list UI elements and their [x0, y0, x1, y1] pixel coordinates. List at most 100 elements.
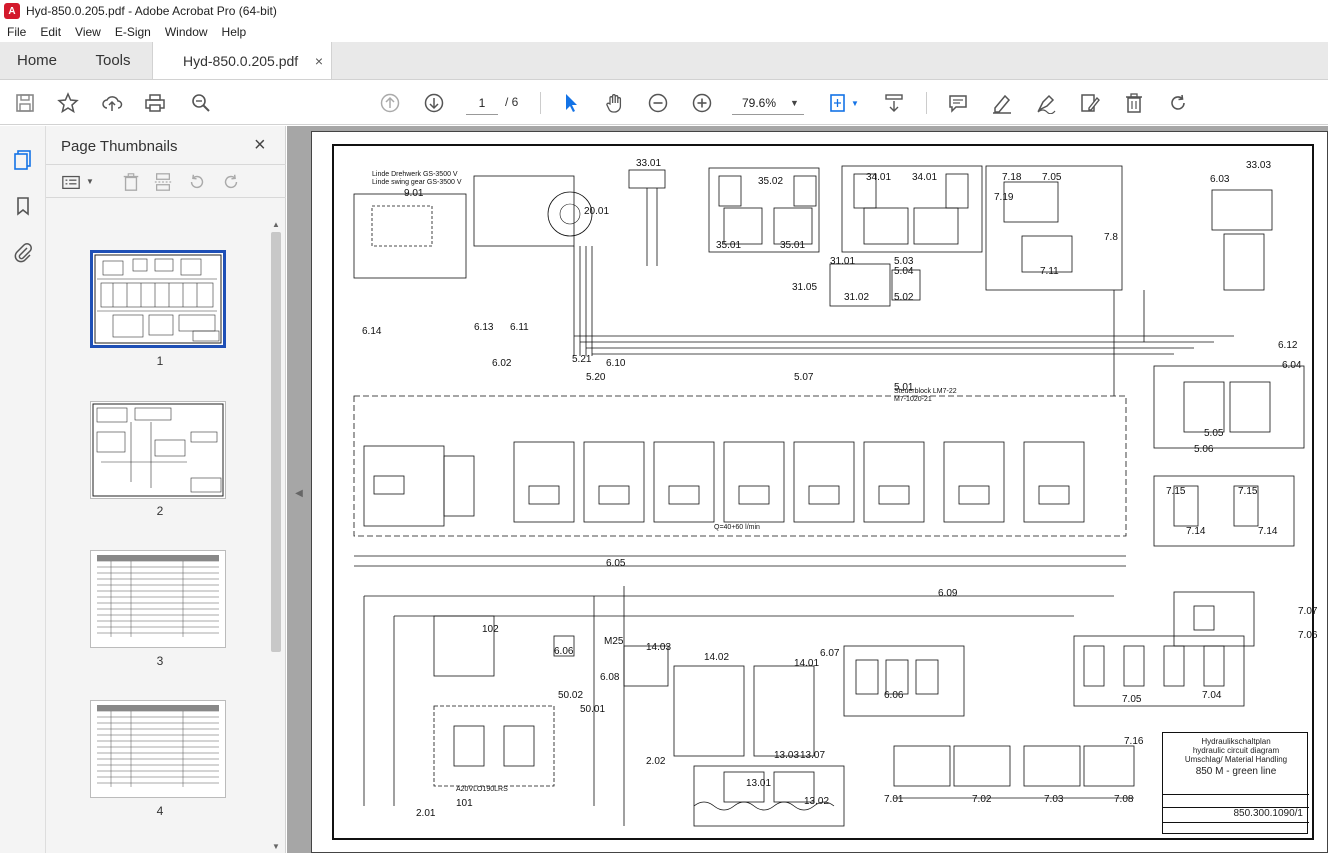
component-label: 7.18	[1002, 172, 1022, 183]
component-label: 13.02	[804, 796, 830, 807]
attachments-paperclip-icon[interactable]	[11, 240, 35, 264]
rotate-counterclockwise-icon[interactable]	[186, 171, 208, 193]
component-label: 50.01	[580, 704, 606, 715]
zoom-dropdown-chevron-icon[interactable]: ▼	[790, 98, 799, 108]
print-icon[interactable]	[143, 91, 167, 115]
scroll-mode-icon[interactable]	[882, 91, 906, 115]
component-label: 6.12	[1278, 340, 1298, 351]
flow-label: Q=40+60 l/min	[714, 524, 760, 531]
thumbnail-4-preview	[97, 705, 219, 787]
menu-file[interactable]: File	[0, 25, 33, 39]
page-number-input[interactable]: 1	[466, 91, 498, 115]
title-hydraulikschaltplan: Hydraulikschaltplan	[1201, 737, 1271, 746]
component-label: 13.01	[746, 778, 772, 789]
tab-document[interactable]: Hyd-850.0.205.pdf ×	[152, 42, 332, 79]
previous-page-icon[interactable]	[378, 91, 402, 115]
thumbnail-3-preview	[97, 555, 219, 637]
component-label: 7.01	[884, 794, 904, 805]
component-label: 7.04	[1202, 690, 1222, 701]
select-cursor-icon[interactable]	[559, 91, 583, 115]
menu-edit[interactable]: Edit	[33, 25, 68, 39]
component-label: 6.07	[820, 648, 840, 659]
component-label: 6.10	[606, 358, 626, 369]
component-label: 7.15	[1166, 486, 1186, 497]
component-label: 5.02	[894, 292, 914, 303]
next-page-icon[interactable]	[422, 91, 446, 115]
menu-esign[interactable]: E-Sign	[108, 25, 158, 39]
toolbar-divider	[926, 92, 927, 114]
drehwerk-label: Linde Drehwerk GS-3500 V	[372, 171, 458, 178]
window-title: Hyd-850.0.205.pdf - Adobe Acrobat Pro (6…	[26, 4, 277, 18]
thumbnail-3-label: 3	[156, 654, 164, 668]
page-thumbnail-4[interactable]	[90, 700, 226, 798]
bookmarks-icon[interactable]	[11, 194, 35, 218]
menu-help[interactable]: Help	[215, 25, 254, 39]
comment-icon[interactable]	[946, 91, 970, 115]
component-label: 102	[482, 624, 499, 635]
component-label: 31.05	[792, 282, 818, 293]
scroll-down-arrow-icon[interactable]: ▼	[272, 842, 280, 851]
fit-page-icon[interactable]	[826, 91, 850, 115]
zoom-search-icon[interactable]	[189, 91, 213, 115]
thumbnail-2-preview	[92, 403, 224, 497]
rotate-icon[interactable]	[1166, 91, 1190, 115]
tab-close-icon[interactable]: ×	[315, 53, 323, 69]
hand-tool-icon[interactable]	[603, 91, 627, 115]
page-thumbnail-2[interactable]	[90, 401, 226, 499]
bookmark-star-icon[interactable]	[56, 91, 80, 115]
page-thumbnail-1[interactable]	[90, 250, 226, 348]
collapse-panel-arrow-icon[interactable]: ◀	[292, 480, 306, 506]
tab-tools[interactable]: Tools	[74, 42, 152, 79]
tab-document-label: Hyd-850.0.205.pdf	[183, 52, 299, 69]
component-label: 7.19	[994, 192, 1014, 203]
toolbar-divider	[540, 92, 541, 114]
component-label: 6.04	[1282, 360, 1302, 371]
component-label: 7.8	[1104, 232, 1118, 243]
scroll-up-arrow-icon[interactable]: ▲	[272, 220, 280, 229]
thumbnail-options-chevron-icon[interactable]: ▼	[86, 177, 94, 186]
thumbnails-scrollbar[interactable]: ▲ ▼	[270, 220, 282, 853]
hydraulic-schematic-frame: Linde Drehwerk GS-3500 V Linde swing gea…	[332, 144, 1317, 840]
page-thumbnails-icon[interactable]	[11, 148, 35, 172]
menu-window[interactable]: Window	[158, 25, 215, 39]
component-label: 5.21	[572, 354, 592, 365]
component-label: M25	[604, 636, 624, 647]
component-label: 34.01	[912, 172, 938, 183]
zoom-in-icon[interactable]	[690, 91, 714, 115]
thumbnail-1-label: 1	[156, 354, 164, 368]
menu-view[interactable]: View	[68, 25, 108, 39]
component-label: 35.01	[716, 240, 742, 251]
component-label: 14.02	[704, 652, 730, 663]
title-bar: A Hyd-850.0.205.pdf - Adobe Acrobat Pro …	[0, 0, 1328, 22]
highlight-pen-icon[interactable]	[990, 91, 1014, 115]
sign-pen-icon[interactable]	[1034, 91, 1058, 115]
pdf-page[interactable]: Linde Drehwerk GS-3500 V Linde swing gea…	[311, 131, 1328, 853]
upload-cloud-icon[interactable]	[100, 91, 124, 115]
component-label: 5.07	[794, 372, 814, 383]
component-label: 5.04	[894, 266, 914, 277]
save-icon[interactable]	[13, 91, 37, 115]
component-label: 6.05	[606, 558, 626, 569]
thumbnail-options-icon[interactable]	[60, 171, 82, 193]
page-thumbnail-3[interactable]	[90, 550, 226, 648]
edit-pdf-icon[interactable]	[1078, 91, 1102, 115]
component-label: 33.03	[1246, 160, 1272, 171]
tab-bar: Home Tools Hyd-850.0.205.pdf ×	[0, 42, 1328, 80]
component-label: 13.03	[774, 750, 800, 761]
menu-bar: File Edit View E-Sign Window Help	[0, 22, 1328, 42]
component-label: 6.13	[474, 322, 494, 333]
tab-home[interactable]: Home	[0, 42, 74, 79]
page-thumbnails-panel: Page Thumbnails × ▼ 1 2 3 4 ▲ ▼	[46, 126, 286, 853]
rotate-clockwise-icon[interactable]	[220, 171, 242, 193]
delete-trash-icon[interactable]	[1122, 91, 1146, 115]
component-label: 13.07	[800, 750, 826, 761]
component-label: 9.01	[404, 188, 424, 199]
zoom-out-icon[interactable]	[646, 91, 670, 115]
panel-close-icon[interactable]: ×	[254, 135, 266, 155]
insert-pages-icon[interactable]	[152, 171, 174, 193]
fit-page-chevron-icon[interactable]: ▼	[851, 99, 859, 108]
delete-pages-icon[interactable]	[120, 171, 142, 193]
component-label: 35.01	[780, 240, 806, 251]
component-label: 6.09	[938, 588, 958, 599]
thumbnails-scrollbar-thumb[interactable]	[271, 232, 281, 652]
